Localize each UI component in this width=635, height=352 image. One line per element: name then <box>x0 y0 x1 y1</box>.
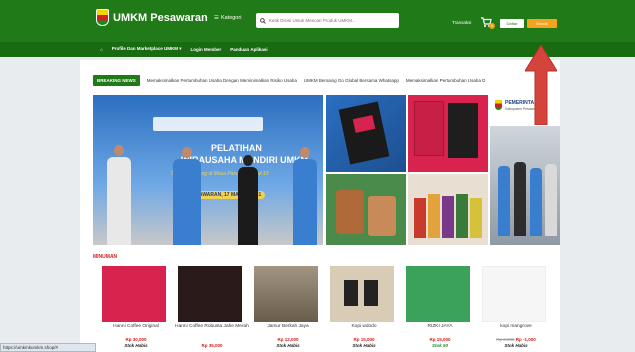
product-price: Rp 12,000 <box>277 337 299 342</box>
person-head <box>243 155 253 166</box>
transaksi-link[interactable]: Transaksi <box>452 20 471 25</box>
event-photo[interactable] <box>490 126 560 245</box>
product-pack <box>368 196 396 236</box>
person <box>498 166 510 236</box>
product-name: Jamur Berkah Jaya <box>267 324 309 329</box>
product-name: Kopi wdodo <box>351 324 377 329</box>
product-stock: Stok Habis <box>504 343 528 348</box>
sponsor-logos <box>153 117 263 131</box>
banner-title-1: PELATIHAN <box>211 143 262 153</box>
person <box>173 159 201 245</box>
product-card[interactable]: Hanni Coffee Original Rp 30,000 Stok Hab… <box>98 266 174 352</box>
product-image <box>482 266 546 322</box>
product-price: Rp 35,000 <box>201 343 223 348</box>
ticker-item[interactable]: UMKM Bersaing Go Global Bersama Whatsapp <box>304 78 399 83</box>
product-pack <box>456 194 468 238</box>
product-name: Hanni Coffee Robusta Jahe Merah <box>175 324 249 329</box>
coffee-pack <box>338 101 390 165</box>
product-pack <box>442 196 454 238</box>
person <box>530 168 542 236</box>
kategori-menu[interactable]: ☰ Kategori <box>214 15 241 21</box>
product-image <box>102 266 166 322</box>
nav-item-guide[interactable]: Panduan Aplikasi <box>230 47 267 52</box>
product-card[interactable]: RIZKI JAYA Rp 15,000 Stok 50 <box>402 266 478 352</box>
coffee-pack <box>448 103 478 158</box>
coffee-pack <box>414 101 444 156</box>
product-stock: Stok Habis <box>276 343 300 348</box>
cart-button[interactable]: 0 <box>480 16 495 29</box>
nav-item-profile[interactable]: Profile Dan Marketplace UMKM ▾ <box>112 46 182 52</box>
search-icon <box>260 17 266 24</box>
section-title: MINUMAN <box>93 254 118 260</box>
product-image <box>406 266 470 322</box>
breaking-news-ticker: BREAKING NEWS Memaksimalkan Pertumbuhan … <box>93 75 558 86</box>
product-card[interactable]: kopi mangrove Rp 2,000 Rp -1,000 Stok Ha… <box>478 266 554 352</box>
product-photo[interactable] <box>326 174 406 245</box>
product-stock: Stok Habis <box>124 343 148 348</box>
product-pack <box>470 198 482 238</box>
product-photo[interactable] <box>326 95 406 172</box>
person-head <box>114 145 124 156</box>
product-image <box>178 266 242 322</box>
product-price: Rp 15,000 <box>429 337 451 342</box>
product-name: kopi mangrove <box>500 324 532 329</box>
main-banner[interactable]: PELATIHAN WIRAUSAHA MANDIRI UMKM Strateg… <box>93 95 323 245</box>
product-name: Hanni Coffee Original <box>113 324 159 329</box>
brand-name: UMKM Pesawaran <box>113 11 208 24</box>
brand[interactable]: UMKM Pesawaran <box>96 9 208 26</box>
status-url: https://umkmkumkm.shop/# <box>0 343 96 352</box>
search-input[interactable] <box>269 18 394 23</box>
product-image <box>330 266 394 322</box>
brand-logo <box>96 9 109 26</box>
product-card[interactable]: Kopi wdodo Rp 15,000 Stok Habis <box>326 266 402 352</box>
person <box>545 164 557 236</box>
login-button[interactable]: Masuk <box>527 19 557 28</box>
person <box>293 159 317 245</box>
product-stock: Stok Habis <box>352 343 376 348</box>
product-price: Rp 30,000 <box>125 337 147 342</box>
pemerintah-logo <box>494 99 503 111</box>
kategori-label: Kategori <box>220 15 242 21</box>
product-list: Hanni Coffee Original Rp 30,000 Stok Hab… <box>98 266 554 352</box>
product-pack <box>344 280 358 306</box>
product-pack <box>414 198 426 238</box>
main-nav: ⌂ Profile Dan Marketplace UMKM ▾ Login M… <box>100 46 268 52</box>
person-head <box>300 147 310 158</box>
breaking-news-label: BREAKING NEWS <box>93 75 140 86</box>
annotation-arrow-icon <box>525 45 557 125</box>
person <box>238 167 258 245</box>
product-price: Rp 15,000 <box>353 337 375 342</box>
product-card[interactable]: Jamur Berkah Jaya Rp 12,000 Stok Habis <box>250 266 326 352</box>
cart-count-badge: 0 <box>489 23 495 29</box>
product-photo[interactable] <box>408 95 488 172</box>
product-pack <box>364 280 378 306</box>
register-button[interactable]: Daftar <box>500 19 524 28</box>
product-image <box>254 266 318 322</box>
product-pack <box>336 190 364 234</box>
search-box[interactable] <box>256 13 399 28</box>
ticker-item[interactable]: Memaksimalkan Pertumbuhan Usaha Dengan M… <box>147 78 297 83</box>
nav-item-login[interactable]: Login Member <box>191 47 222 52</box>
product-name: RIZKI JAYA <box>427 324 453 329</box>
product-card[interactable]: Hanni Coffee Robusta Jahe Merah Rp 35,00… <box>174 266 250 352</box>
ticker-item[interactable]: Memaksimalkan Pertumbuhan Usaha D <box>406 78 486 83</box>
product-photo[interactable] <box>408 174 488 245</box>
menu-icon: ☰ <box>214 15 219 21</box>
product-stock: Stok 50 <box>431 343 448 348</box>
product-price: Rp 2,000 Rp -1,000 <box>478 337 554 342</box>
product-new-price: Rp -1,000 <box>515 337 536 342</box>
product-pack <box>428 194 440 238</box>
person <box>514 162 526 236</box>
product-old-price: Rp 2,000 <box>496 337 515 342</box>
person <box>107 157 131 245</box>
home-icon[interactable]: ⌂ <box>100 47 103 52</box>
person-head <box>182 147 192 158</box>
